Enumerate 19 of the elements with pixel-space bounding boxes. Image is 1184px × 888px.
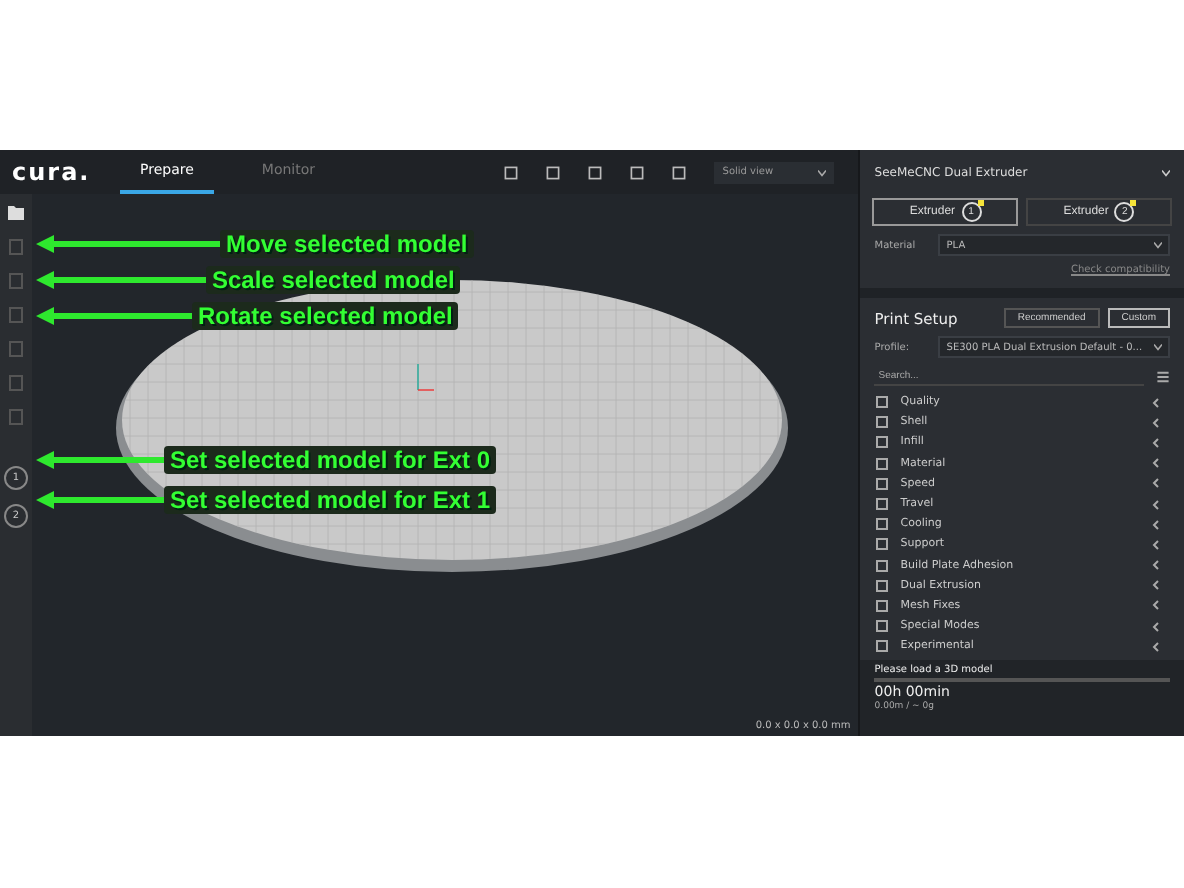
cura-logo: cura. xyxy=(12,158,92,186)
annotation-label: Scale selected model xyxy=(206,266,461,294)
annotation-label: Set selected model for Ext 1 xyxy=(164,486,497,514)
annotation-label: Rotate selected model xyxy=(192,302,459,330)
view-cube-icon[interactable] xyxy=(504,165,519,179)
view-cube-icon[interactable] xyxy=(588,165,603,179)
annotation-arrow xyxy=(36,490,164,510)
annotation-arrow xyxy=(36,450,164,470)
menu-icon[interactable] xyxy=(1156,369,1170,383)
chevron-down-icon xyxy=(1154,240,1162,250)
view-cube-icon[interactable] xyxy=(672,165,687,179)
chevron-down-icon[interactable] xyxy=(1162,167,1170,177)
view-cube-icon[interactable] xyxy=(546,165,561,179)
chevron-down-icon xyxy=(818,167,827,177)
folder-icon[interactable] xyxy=(6,202,26,222)
annotation-label: Move selected model xyxy=(220,230,474,258)
annotation-label: Set selected model for Ext 0 xyxy=(164,446,497,474)
view-cube-icon[interactable] xyxy=(630,165,645,179)
chevron-down-icon xyxy=(1154,342,1162,352)
